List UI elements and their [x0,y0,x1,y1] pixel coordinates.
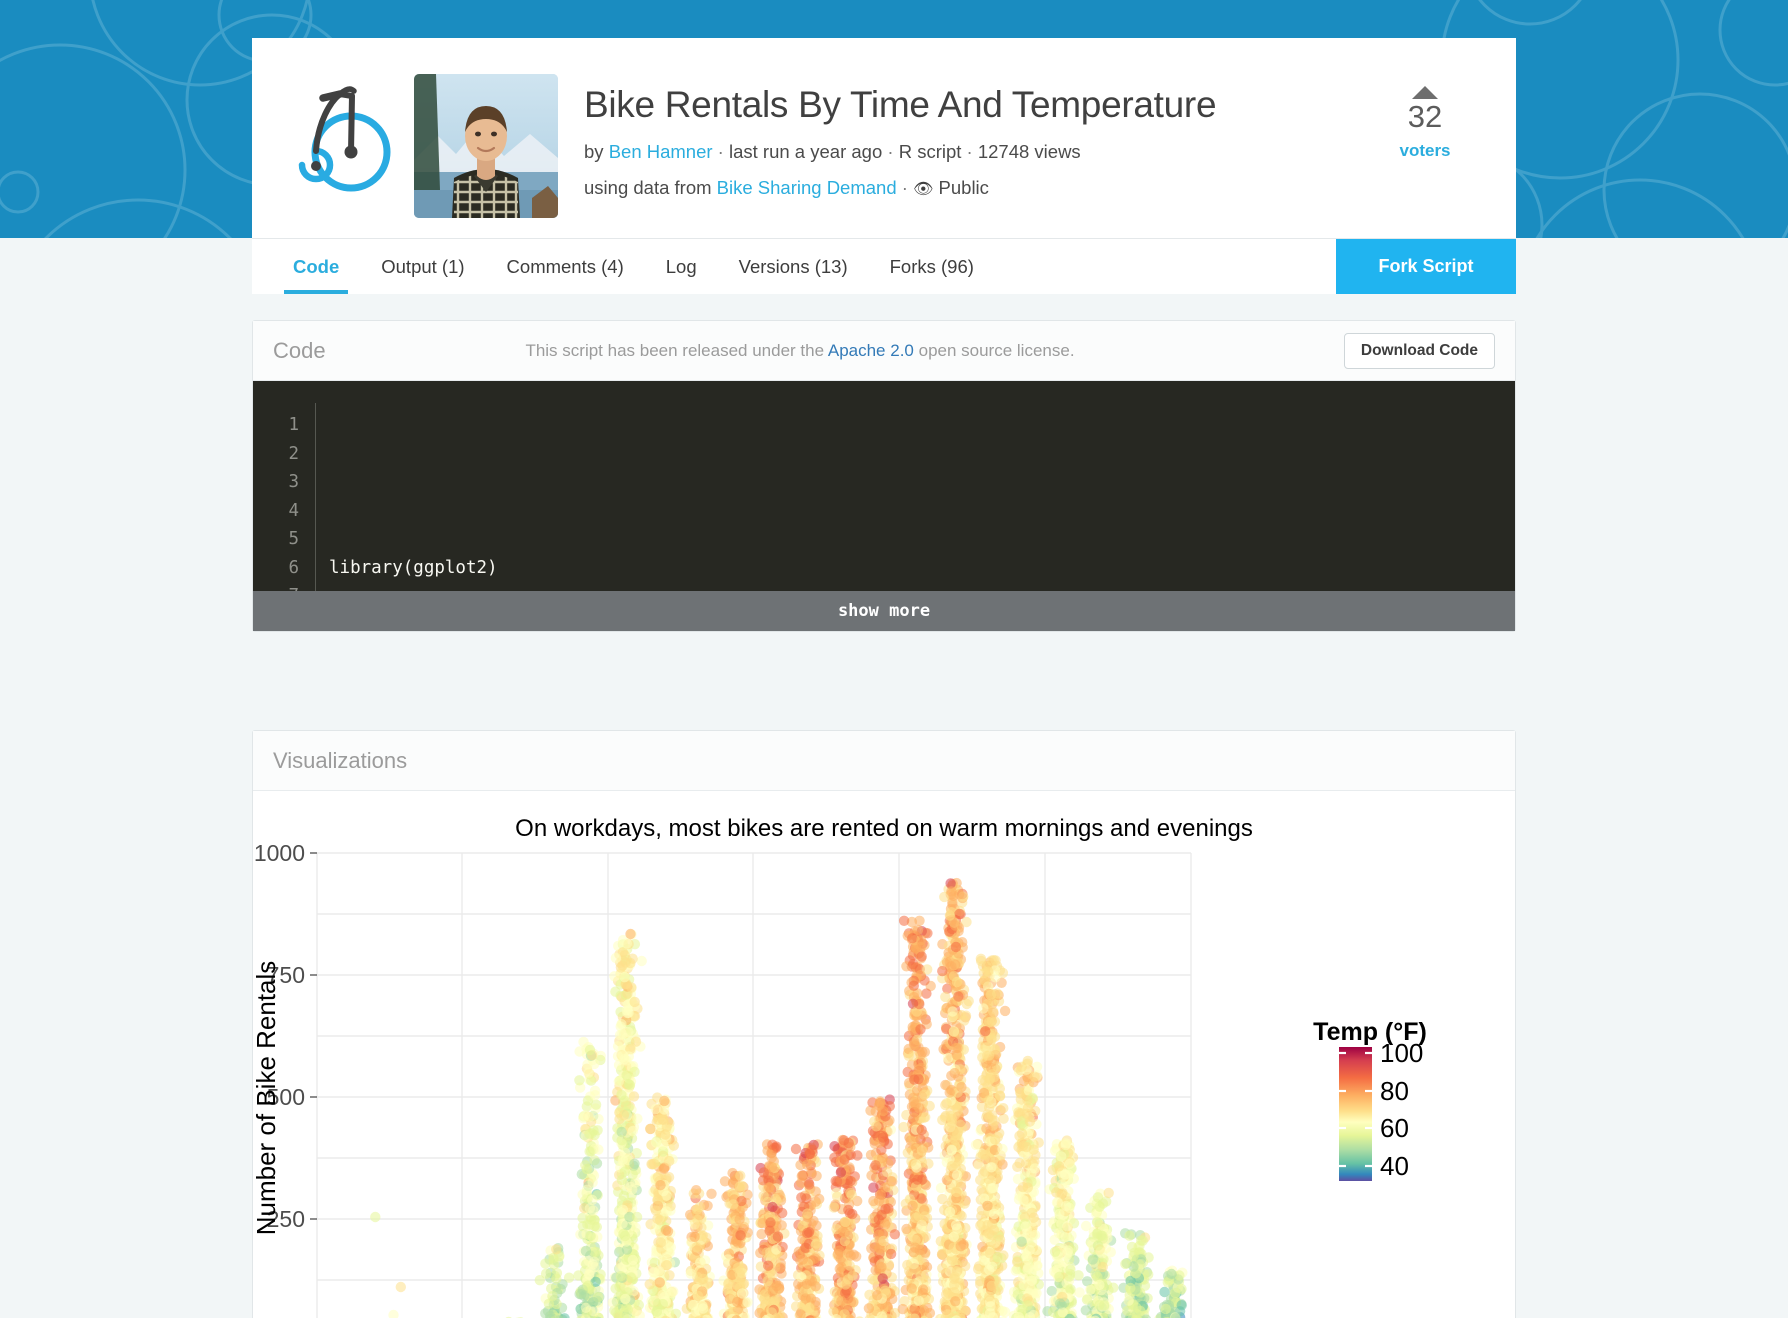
meta-line-dataset: using data from Bike Sharing Demand · 👁 … [584,176,989,198]
scatter-plot: 1000 750 500 250 Number of Bike Rentals [253,843,1515,1318]
fork-script-button[interactable]: Fork Script [1336,239,1516,294]
license-link[interactable]: Apache 2.0 [828,341,914,360]
last-run-text: last run a year ago [729,140,883,162]
script-header: Bike Rentals By Time And Temperature by … [252,38,1516,238]
tab-output[interactable]: Output (1) [360,239,485,294]
line-number: 3 [288,472,299,492]
line-number: 6 [288,557,299,578]
page-title: Bike Rentals By Time And Temperature [584,84,1217,125]
tab-log[interactable]: Log [645,239,718,294]
tab-comments[interactable]: Comments (4) [486,239,645,294]
chart-title: On workdays, most bikes are rented on wa… [515,815,1253,842]
download-code-button[interactable]: Download Code [1343,333,1495,369]
tab-forks[interactable]: Forks (96) [869,239,995,294]
views-count: 12748 views [977,140,1081,162]
dataset-link[interactable]: Bike Sharing Demand [717,177,897,198]
voters-count: 32 [1407,99,1443,134]
legend-tick-40: 40 [1380,1151,1409,1181]
license-before: This script has been released under the [525,340,825,360]
scatter-plot-svg: 1000 750 500 250 Number of Bike Rentals [253,843,1427,1318]
line-number: 5 [288,529,299,549]
visibility-label: Public [938,176,989,198]
voters-link[interactable]: voters [1370,141,1480,161]
by-prefix: by [584,140,604,162]
legend-tick-labels: 100 80 60 40 [1380,1038,1423,1181]
script-page-card: Bike Rentals By Time And Temperature by … [252,38,1516,294]
author-link[interactable]: Ben Hamner [609,141,713,162]
y-axis-title: Number of Bike Rentals [253,961,281,1236]
language-text: R script [898,140,962,162]
voters-widget[interactable]: 32 voters [1370,86,1480,161]
legend-tick-100: 100 [1380,1038,1423,1068]
eye-icon: 👁 [913,180,934,198]
using-data-prefix: using data from [584,176,712,198]
meta-line-author: by Ben Hamner · last run a year ago · R … [584,140,1081,162]
viz-panel-title: Visualizations [273,747,408,773]
code-panel: Code This script has been released under… [252,320,1516,632]
penny-farthing-bike-icon [298,86,391,192]
tab-code[interactable]: Code [272,239,360,294]
line-number: 1 [288,415,299,435]
legend-colorbar [1339,1047,1372,1181]
tab-versions[interactable]: Versions (13) [718,239,869,294]
y-tick-1000: 1000 [254,843,305,866]
legend-tick-80: 80 [1380,1076,1409,1106]
script-header-text: Bike Rentals By Time And Temperature by … [584,56,1490,200]
line-number: 2 [288,443,299,464]
line-number: 4 [288,500,299,521]
upvote-triangle-icon[interactable] [1412,86,1438,99]
code-editor[interactable]: 1 2 3 4 5 6 7 8 library(ggplot2) library… [253,381,1515,631]
show-more-button[interactable]: show more [253,591,1515,631]
license-after: open source license. [918,340,1075,360]
chart-area: On workdays, most bikes are rented on wa… [253,791,1515,1318]
tab-bar: Code Output (1) Comments (4) Log Version… [252,238,1516,294]
code-panel-header: Code This script has been released under… [253,321,1515,381]
y-axis-ticks [310,852,317,1220]
avatar [414,74,558,218]
viz-panel-header: Visualizations [253,731,1515,791]
legend-tick-60: 60 [1380,1113,1409,1143]
chart-legend: Temp (°F) 100 80 60 40 [1313,1018,1427,1181]
license-notice: This script has been released under the … [253,341,1515,361]
visualizations-panel: Visualizations On workdays, most bikes a… [252,730,1516,1318]
code-line: library(ggplot2) [329,557,498,578]
